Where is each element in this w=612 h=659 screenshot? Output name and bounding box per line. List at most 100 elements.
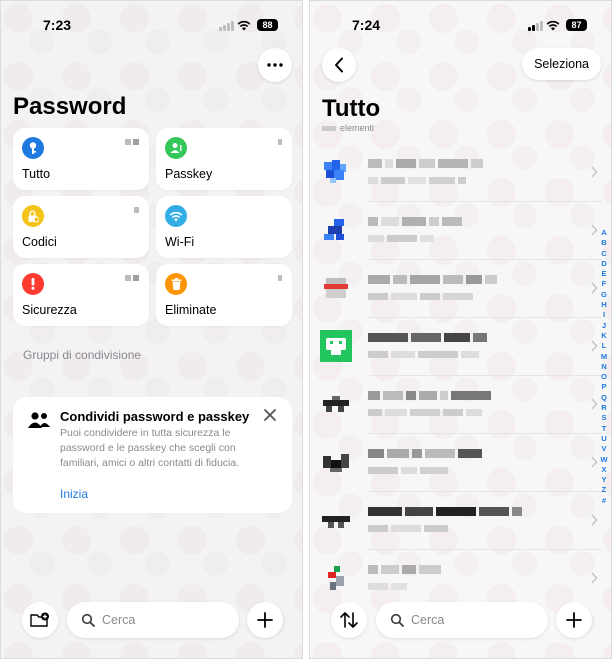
tile-tutto[interactable]: Tutto — [13, 128, 149, 190]
alphabet-index-letter[interactable]: J — [602, 321, 606, 331]
list-item[interactable] — [310, 550, 602, 608]
chevron-left-icon — [335, 57, 343, 73]
chevron-right-icon — [591, 398, 598, 410]
add-button[interactable] — [247, 602, 283, 638]
new-group-button[interactable] — [22, 602, 58, 638]
redacted-subtitle — [368, 525, 448, 532]
exclamation-icon — [22, 273, 44, 295]
redacted-subtitle — [368, 409, 482, 416]
chevron-right-icon — [591, 282, 598, 294]
item-count — [125, 139, 139, 145]
chevron-right-icon — [591, 166, 598, 178]
list-item[interactable] — [310, 434, 602, 492]
share-card-start-link[interactable]: Inizia — [60, 487, 88, 501]
site-logo-icon — [328, 566, 344, 590]
more-options-button[interactable] — [258, 48, 292, 82]
alphabet-index-letter[interactable]: X — [601, 465, 606, 475]
redacted-subtitle — [368, 235, 434, 242]
tile-codici[interactable]: Codici — [13, 196, 149, 258]
alphabet-index-letter[interactable]: T — [602, 424, 607, 434]
search-placeholder: Cerca — [102, 613, 136, 627]
cellular-signal-icon — [219, 21, 234, 31]
site-logo-icon — [324, 160, 346, 183]
trash-icon — [165, 273, 187, 295]
lock-clock-icon — [22, 205, 44, 227]
redacted-subtitle — [368, 467, 448, 474]
chevron-right-icon — [591, 340, 598, 352]
alphabet-index-letter[interactable]: R — [601, 403, 606, 413]
site-logo-icon — [322, 516, 350, 528]
tile-wifi[interactable]: Wi-Fi — [156, 196, 292, 258]
select-button[interactable]: Seleziona — [522, 48, 601, 80]
alphabet-index-letter[interactable]: G — [601, 290, 607, 300]
chevron-right-icon — [591, 456, 598, 468]
alphabet-index-letter[interactable]: U — [601, 434, 606, 444]
list-item[interactable] — [310, 318, 602, 376]
add-button[interactable] — [556, 602, 592, 638]
close-icon[interactable] — [262, 407, 278, 423]
alphabet-index-letter[interactable]: I — [603, 310, 605, 320]
alphabet-index-letter[interactable]: A — [601, 228, 606, 238]
site-logo-icon — [323, 396, 349, 412]
search-icon — [390, 613, 404, 627]
bottom-toolbar: Cerca — [1, 601, 302, 641]
alphabet-index-letter[interactable]: F — [602, 279, 607, 289]
chevron-right-icon — [591, 514, 598, 526]
list-item[interactable] — [310, 202, 602, 260]
search-field[interactable]: Cerca — [376, 602, 548, 638]
alphabet-index-letter[interactable]: L — [602, 341, 607, 351]
redacted-subtitle — [368, 293, 473, 300]
list-item[interactable] — [310, 492, 602, 550]
alphabet-index-letter[interactable]: H — [601, 300, 606, 310]
alphabet-index-letter[interactable]: Q — [601, 393, 607, 403]
alphabet-index-letter[interactable]: V — [601, 444, 606, 454]
list-item[interactable] — [310, 260, 602, 318]
redacted-subtitle — [368, 177, 466, 184]
alphabet-index-letter[interactable]: O — [601, 372, 607, 382]
chevron-right-icon — [591, 224, 598, 236]
alphabet-index-letter[interactable]: Y — [601, 475, 606, 485]
back-button[interactable] — [322, 48, 356, 82]
alphabet-index-letter[interactable]: K — [601, 331, 606, 341]
redacted-title — [368, 565, 441, 574]
alphabet-index-letter[interactable]: B — [601, 238, 606, 248]
battery-indicator: 88 — [257, 19, 278, 31]
tile-label: Wi-Fi — [165, 235, 195, 249]
tile-eliminate[interactable]: Eliminate — [156, 264, 292, 326]
list-item[interactable] — [310, 376, 602, 434]
alphabet-index-letter[interactable]: M — [601, 352, 607, 362]
key-icon — [22, 137, 44, 159]
search-icon — [81, 613, 95, 627]
status-time: 7:24 — [352, 17, 381, 33]
sort-arrows-icon — [340, 612, 358, 628]
site-logo-icon — [323, 454, 349, 472]
list-item[interactable] — [310, 144, 602, 202]
alphabet-index-letter[interactable]: P — [601, 382, 606, 392]
section-title: Gruppi di condivisione — [23, 348, 142, 362]
folder-add-icon — [30, 612, 49, 627]
status-bar: 7:23 88 — [1, 15, 302, 35]
alphabet-index-letter[interactable]: C — [601, 249, 606, 259]
alphabet-index-letter[interactable]: W — [600, 455, 607, 465]
item-count — [278, 275, 282, 281]
search-field[interactable]: Cerca — [67, 602, 239, 638]
bottom-toolbar: Cerca — [310, 601, 611, 641]
alphabet-index-letter[interactable]: N — [601, 362, 606, 372]
item-count — [125, 275, 139, 281]
sort-button[interactable] — [331, 602, 367, 638]
alphabet-index-letter[interactable]: Z — [602, 485, 607, 495]
tile-passkey[interactable]: Passkey — [156, 128, 292, 190]
page-title: Tutto — [322, 95, 381, 122]
redacted-title — [368, 391, 491, 400]
tile-sicurezza[interactable]: Sicurezza — [13, 264, 149, 326]
tile-label: Eliminate — [165, 303, 217, 317]
alphabet-index-letter[interactable]: S — [601, 413, 606, 423]
plus-icon — [257, 612, 273, 628]
alphabet-index-letter[interactable]: D — [601, 259, 606, 269]
person-key-icon — [165, 137, 187, 159]
share-card: Condividi password e passkey Puoi condiv… — [13, 397, 292, 513]
tile-label: Sicurezza — [22, 303, 77, 317]
alphabet-index-letter[interactable]: E — [601, 269, 606, 279]
alphabet-index-letter[interactable]: # — [602, 496, 606, 506]
alphabet-index[interactable]: A B C D E F G H I J K L M N O P Q R S T U V W X Y Z # — [599, 228, 609, 506]
